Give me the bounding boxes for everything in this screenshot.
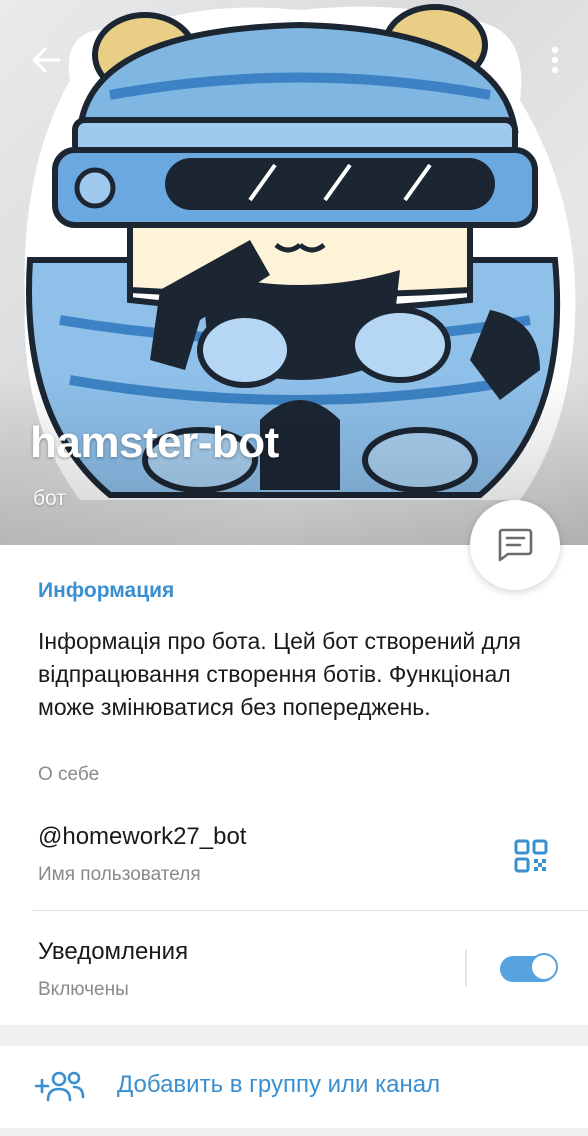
username[interactable]: @homework27_bot [38, 823, 246, 851]
bot-name: hamster-bot [30, 418, 279, 467]
info-card: Информация Інформація про бота. Цей бот … [0, 545, 588, 1025]
back-button[interactable] [24, 40, 68, 80]
notifications-status: Включены [38, 979, 129, 1000]
about-label: О себе [38, 764, 100, 785]
notifications-title[interactable]: Уведомления [38, 938, 188, 966]
more-options-button[interactable] [540, 40, 570, 80]
divider [32, 910, 588, 911]
username-label: Имя пользователя [38, 864, 201, 885]
notifications-toggle[interactable] [500, 953, 558, 982]
about-text[interactable]: Інформація про бота. Цей бот створений д… [38, 625, 558, 724]
vertical-separator [465, 950, 467, 986]
more-vertical-icon [551, 46, 559, 74]
message-icon [498, 528, 533, 562]
toggle-knob [530, 953, 558, 981]
profile-header: hamster-bot бот [0, 0, 588, 545]
open-chat-button[interactable] [470, 500, 560, 590]
arrow-left-icon [32, 47, 61, 73]
add-to-group-button[interactable]: Добавить в группу или канал [0, 1046, 588, 1128]
qr-code-button[interactable] [508, 833, 554, 879]
qr-code-icon [514, 839, 548, 873]
add-user-group-icon [34, 1071, 85, 1102]
add-to-group-label: Добавить в группу или канал [117, 1071, 441, 1098]
bot-subtitle: бот [33, 487, 66, 510]
section-title: Информация [38, 579, 175, 602]
